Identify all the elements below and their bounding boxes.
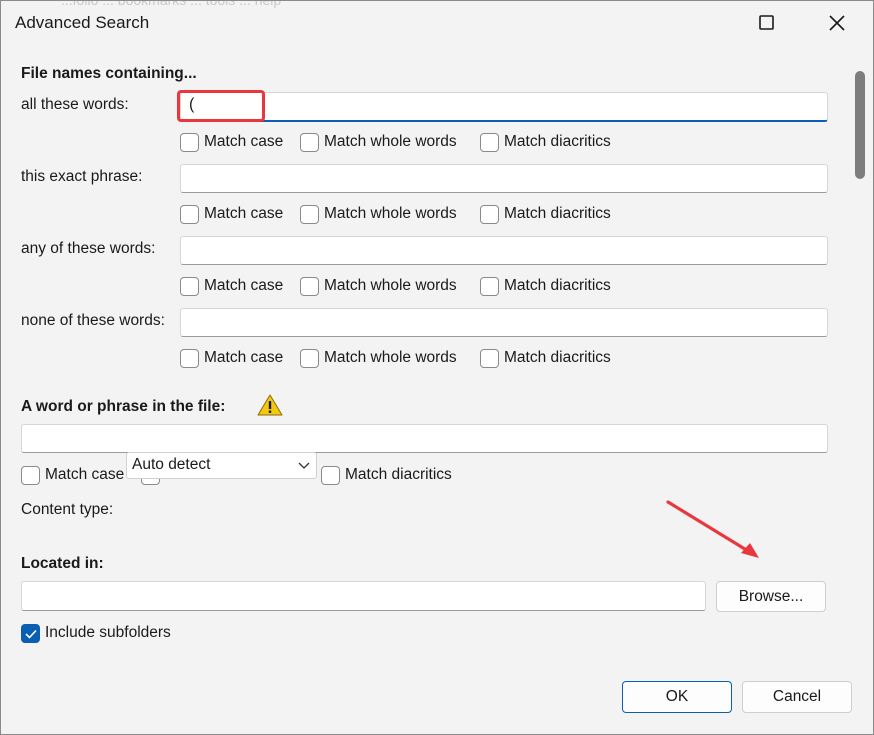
highlight-box — [177, 90, 265, 122]
exact-phrase-input[interactable] — [180, 164, 828, 193]
vertical-scrollbar[interactable] — [851, 45, 871, 734]
match-case-label-2: Match case — [204, 205, 284, 222]
match-diacritics-checkbox-2[interactable] — [480, 205, 499, 224]
match-diacritics-label-4: Match diacritics — [504, 349, 611, 366]
content-match-case-label: Match case — [45, 466, 125, 483]
window-title: Advanced Search — [15, 13, 150, 32]
match-case-checkbox-4[interactable] — [180, 349, 199, 368]
any-words-label: any of these words: — [21, 240, 156, 257]
match-whole-words-label-2: Match whole words — [324, 205, 457, 222]
file-names-heading: File names containing... — [21, 65, 197, 82]
match-diacritics-checkbox-4[interactable] — [480, 349, 499, 368]
match-whole-words-checkbox-2[interactable] — [300, 205, 319, 224]
match-case-label-1: Match case — [204, 133, 284, 150]
match-diacritics-label-1: Match diacritics — [504, 133, 611, 150]
background-menu-text: ...folio ... bookmarks ... tools ... hel… — [61, 0, 282, 8]
include-subfolders-label: Include subfolders — [45, 624, 171, 641]
content-type-select[interactable]: Auto detect — [126, 452, 317, 479]
none-words-input[interactable] — [180, 308, 828, 337]
located-in-heading: Located in: — [21, 555, 104, 572]
all-these-words-label: all these words: — [21, 96, 129, 113]
checkmark-icon — [25, 629, 37, 639]
cancel-button[interactable]: Cancel — [742, 681, 852, 713]
close-icon — [829, 15, 845, 31]
match-whole-words-checkbox-1[interactable] — [300, 133, 319, 152]
content-match-case-checkbox[interactable] — [21, 466, 40, 485]
content-heading: A word or phrase in the file: — [21, 398, 226, 415]
match-whole-words-label-3: Match whole words — [324, 277, 457, 294]
match-case-label-3: Match case — [204, 277, 284, 294]
content-phrase-input[interactable] — [21, 424, 828, 453]
match-diacritics-label-2: Match diacritics — [504, 205, 611, 222]
match-diacritics-label-3: Match diacritics — [504, 277, 611, 294]
location-input[interactable] — [21, 581, 706, 611]
match-whole-words-label-4: Match whole words — [324, 349, 457, 366]
match-case-checkbox-1[interactable] — [180, 133, 199, 152]
any-words-input[interactable] — [180, 236, 828, 265]
include-subfolders-checkbox[interactable] — [21, 624, 40, 643]
content-type-value: Auto detect — [132, 456, 211, 473]
close-button[interactable] — [802, 1, 872, 45]
scrollbar-thumb[interactable] — [855, 71, 865, 179]
match-whole-words-checkbox-3[interactable] — [300, 277, 319, 296]
match-whole-words-label-1: Match whole words — [324, 133, 457, 150]
content-type-label: Content type: — [21, 501, 114, 518]
exact-phrase-label: this exact phrase: — [21, 168, 143, 185]
all-these-words-input[interactable]: ( — [180, 92, 828, 122]
maximize-button[interactable] — [732, 1, 802, 45]
maximize-icon — [759, 15, 774, 30]
match-diacritics-checkbox-3[interactable] — [480, 277, 499, 296]
match-whole-words-checkbox-4[interactable] — [300, 349, 319, 368]
content-match-diacritics-checkbox[interactable] — [321, 466, 340, 485]
match-case-label-4: Match case — [204, 349, 284, 366]
match-diacritics-checkbox-1[interactable] — [480, 133, 499, 152]
browse-button[interactable]: Browse... — [716, 581, 826, 612]
match-case-checkbox-2[interactable] — [180, 205, 199, 224]
ok-button[interactable]: OK — [622, 681, 732, 713]
annotation-arrow-icon — [666, 500, 759, 558]
advanced-search-dialog: ...folio ... bookmarks ... tools ... hel… — [0, 0, 874, 735]
title-bar: ...folio ... bookmarks ... tools ... hel… — [1, 1, 873, 45]
content-match-diacritics-label: Match diacritics — [345, 466, 452, 483]
match-case-checkbox-3[interactable] — [180, 277, 199, 296]
chevron-down-icon — [298, 462, 310, 469]
warning-icon — [257, 394, 283, 416]
none-words-label: none of these words: — [21, 312, 165, 329]
